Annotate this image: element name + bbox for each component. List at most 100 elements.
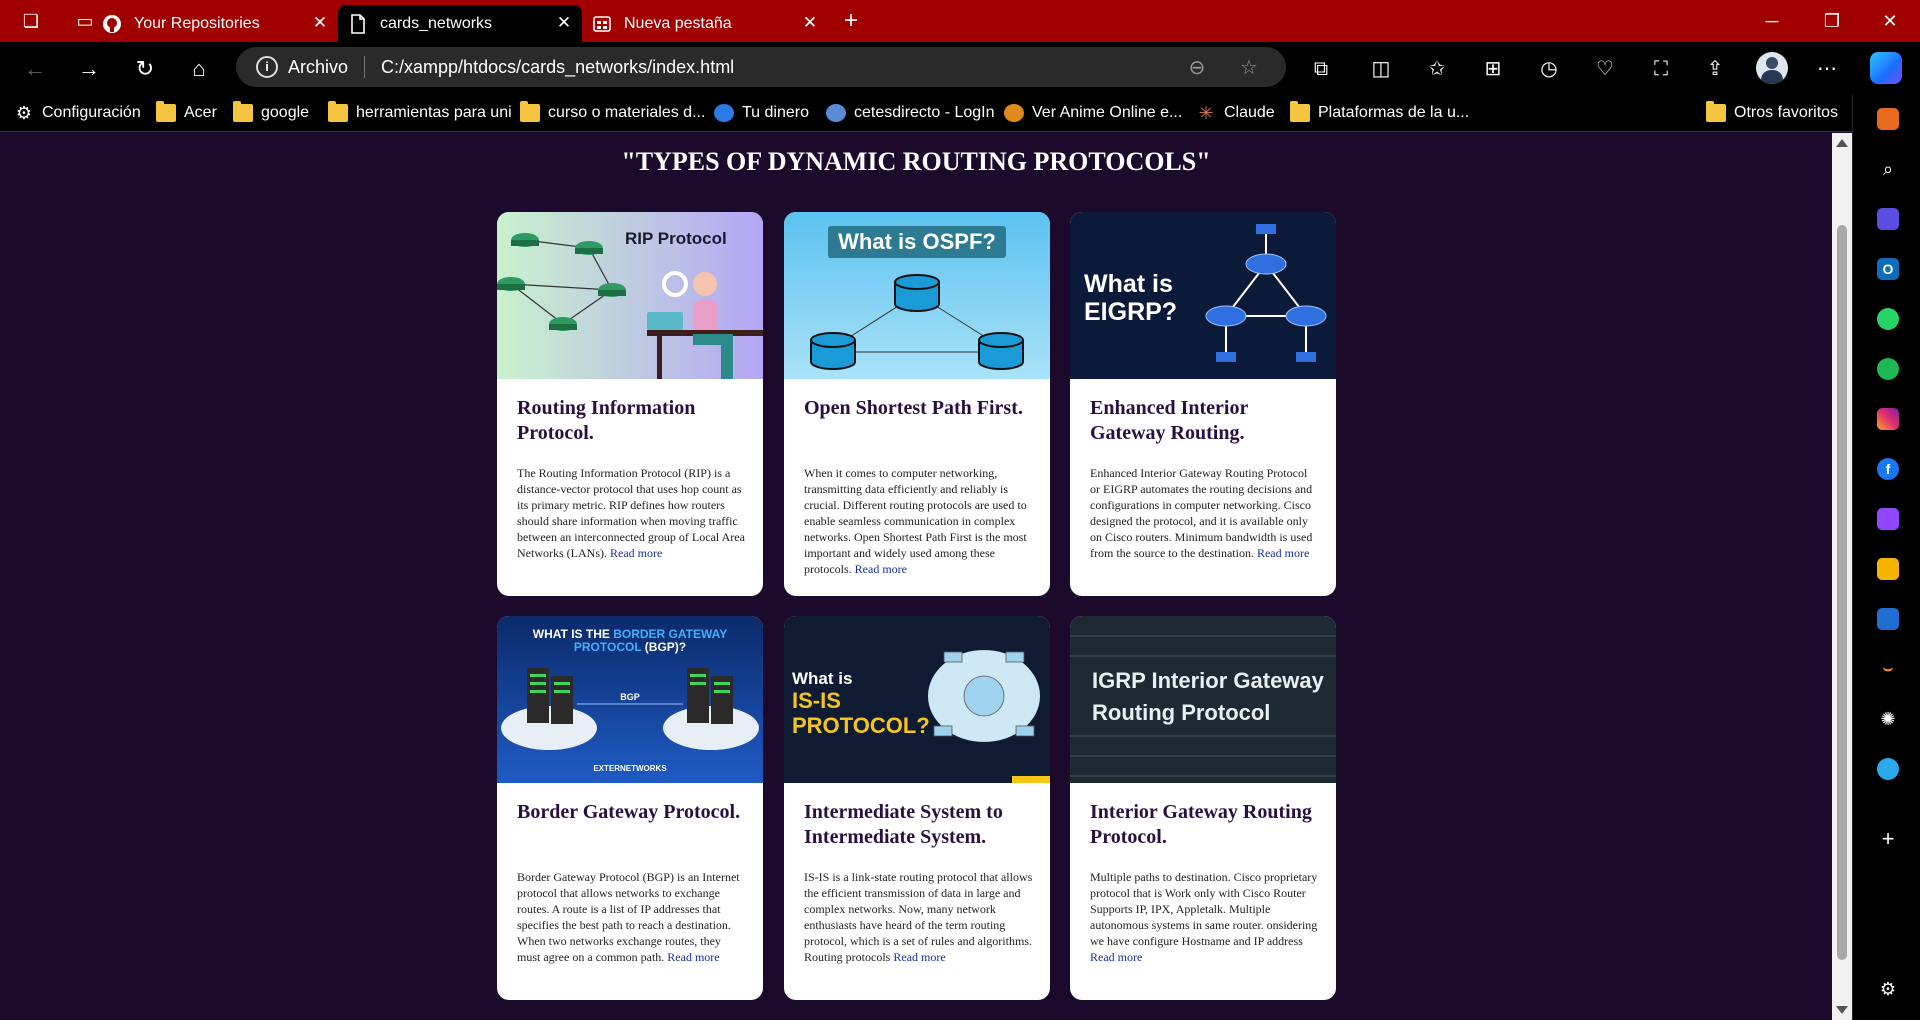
amazon-icon[interactable]: ⌣ — [1877, 658, 1899, 680]
reload-icon[interactable]: ↻ — [130, 54, 160, 84]
bookmark-tu-dinero[interactable]: Tu dinero — [714, 101, 809, 125]
favorite-star-icon[interactable]: ☆ — [1234, 55, 1264, 80]
new-tab-icon[interactable]: + — [838, 7, 864, 34]
rip-image-caption: RIP Protocol — [625, 229, 727, 248]
zoom-icon[interactable]: ⊖ — [1182, 55, 1212, 80]
screenshot-icon[interactable]: ⛶ — [1646, 54, 1676, 84]
whatsapp-icon[interactable] — [1877, 308, 1899, 330]
collections-icon[interactable]: ⊞ — [1478, 54, 1508, 84]
facebook-icon[interactable]: f — [1877, 458, 1899, 480]
tab-nueva-pestana[interactable]: Nueva pestaña ✕ — [582, 5, 828, 42]
back-icon[interactable]: ← — [20, 54, 50, 84]
bookmark-configuracion[interactable]: ⚙ Configuración — [14, 101, 141, 125]
briefcase-icon[interactable] — [1877, 108, 1899, 130]
copilot-icon[interactable] — [1870, 52, 1902, 84]
bookmark-plataformas[interactable]: Plataformas de la u... — [1290, 101, 1469, 125]
card-title: Border Gateway Protocol. — [517, 801, 741, 823]
folder-icon — [1290, 101, 1310, 122]
bookmarks-bar: ⚙ Configuración Acer google herramientas… — [0, 94, 1920, 132]
spotify-icon[interactable] — [1877, 358, 1899, 380]
anime-icon — [1004, 104, 1024, 122]
igrp-image: IGRP Interior Gateway Routing Protocol — [1070, 616, 1336, 783]
rip-protocol-image: RIP Protocol — [497, 212, 763, 379]
scroll-up-icon[interactable] — [1836, 139, 1848, 147]
restore-icon[interactable]: ❐ — [1812, 8, 1852, 34]
close-window-icon[interactable]: ✕ — [1870, 8, 1910, 34]
bookmark-label: herramientas para uni — [356, 104, 512, 121]
scroll-down-icon[interactable] — [1836, 1006, 1848, 1014]
card-description: Border Gateway Protocol (BGP) is an Inte… — [517, 869, 747, 991]
cetes-icon — [826, 104, 846, 122]
folder-icon — [233, 101, 253, 122]
read-more-link[interactable]: Read more — [1257, 546, 1309, 560]
tab-label: Your Repositories — [134, 14, 260, 32]
read-more-link[interactable]: Read more — [855, 562, 907, 576]
bookmark-anime[interactable]: Ver Anime Online e... — [1004, 101, 1182, 125]
outlook-icon[interactable]: O — [1877, 258, 1899, 280]
bookmark-label: Otros favoritos — [1734, 104, 1839, 121]
address-scheme-label: Archivo — [288, 56, 349, 77]
close-tab-icon[interactable]: ✕ — [310, 13, 330, 33]
card-ospf: What is OSPF? Open Shortest Path First. … — [784, 212, 1050, 596]
profile-avatar[interactable] — [1756, 52, 1788, 84]
card-title: Routing Information Protocol. — [517, 397, 696, 444]
bookmark-label: google — [261, 104, 310, 121]
twitch-icon[interactable] — [1877, 508, 1899, 530]
bookmark-cetesdirecto[interactable]: cetesdirecto - LogIn — [826, 101, 995, 125]
eigrp-image-caption: What is EIGRP? — [1084, 270, 1177, 326]
card-text: When it comes to computer networking, tr… — [804, 466, 1027, 576]
card-title: Interior Gateway Routing Protocol. — [1090, 801, 1312, 848]
card-title: Enhanced Interior Gateway Routing. — [1090, 397, 1248, 444]
read-more-link[interactable]: Read more — [610, 546, 662, 560]
bookmark-otros-favoritos[interactable]: Otros favoritos — [1706, 101, 1838, 125]
extensions-icon[interactable]: ⧉ — [1306, 54, 1336, 84]
performance-icon[interactable]: ♡ — [1590, 54, 1620, 84]
read-more-link[interactable]: Read more — [1090, 950, 1142, 964]
bookmark-google[interactable]: google — [233, 101, 309, 125]
navigation-bar: ← → ↻ ⌂ i Archivo C:/xampp/htdocs/cards_… — [0, 42, 1920, 94]
favorites-icon[interactable]: ✩ — [1422, 54, 1452, 84]
card-igrp: IGRP Interior Gateway Routing Protocol In… — [1070, 616, 1336, 1000]
card-isis: What is IS-IS PROTOCOL? Intermediate Sys… — [784, 616, 1050, 1000]
forward-icon[interactable]: → — [74, 54, 104, 84]
home-icon[interactable]: ⌂ — [184, 54, 214, 84]
bookmark-label: curso o materiales d... — [548, 104, 706, 121]
instagram-icon[interactable] — [1877, 408, 1899, 430]
sidebar-settings-icon[interactable]: ⚙ — [1877, 978, 1899, 1000]
page-scrollbar[interactable] — [1832, 133, 1852, 1020]
address-separator — [364, 56, 366, 78]
card-description: The Routing Information Protocol (RIP) i… — [517, 465, 747, 587]
search-icon[interactable]: ⌕ — [1877, 158, 1899, 180]
ospf-image: What is OSPF? — [784, 212, 1050, 379]
more-menu-icon[interactable]: ⋯ — [1812, 54, 1842, 84]
tab-your-repositories[interactable]: Your Repositories ✕ — [92, 5, 338, 42]
chatgpt-icon[interactable]: ✺ — [1877, 708, 1899, 730]
bookmark-acer[interactable]: Acer — [156, 101, 217, 125]
split-screen-icon[interactable]: ◫ — [1366, 54, 1396, 84]
read-more-link[interactable]: Read more — [667, 950, 719, 964]
close-tab-icon[interactable]: ✕ — [800, 13, 820, 33]
address-bar[interactable]: i Archivo C:/xampp/htdocs/cards_networks… — [236, 47, 1286, 87]
copilot-sidebar-icon[interactable] — [1877, 208, 1899, 230]
scroll-thumb[interactable] — [1837, 225, 1847, 960]
share-icon[interactable]: ⇪ — [1700, 54, 1730, 84]
close-tab-icon[interactable]: ✕ — [554, 13, 574, 33]
address-url[interactable]: C:/xampp/htdocs/cards_networks/index.htm… — [381, 57, 1182, 78]
add-sidebar-app-icon[interactable]: + — [1877, 828, 1899, 850]
history-icon[interactable]: ◷ — [1534, 54, 1564, 84]
tools-icon[interactable] — [1877, 608, 1899, 630]
games-icon[interactable] — [1877, 558, 1899, 580]
telegram-icon[interactable] — [1877, 758, 1899, 780]
card-description: IS-IS is a link-state routing protocol t… — [804, 869, 1034, 991]
tab-label: cards_networks — [380, 14, 493, 32]
bookmark-curso[interactable]: curso o materiales d... — [520, 101, 705, 125]
workspaces-icon[interactable]: ❏ — [18, 8, 44, 34]
tab-cards-networks[interactable]: cards_networks ✕ — [338, 5, 582, 42]
folder-icon — [156, 101, 176, 122]
bookmark-herramientas[interactable]: herramientas para uni — [328, 101, 512, 125]
read-more-link[interactable]: Read more — [893, 950, 945, 964]
bookmark-claude[interactable]: ✳ Claude — [1196, 101, 1274, 125]
site-info-icon[interactable]: i — [256, 56, 278, 78]
new-tab-page-icon — [592, 14, 612, 34]
minimize-icon[interactable]: ─ — [1752, 8, 1792, 34]
